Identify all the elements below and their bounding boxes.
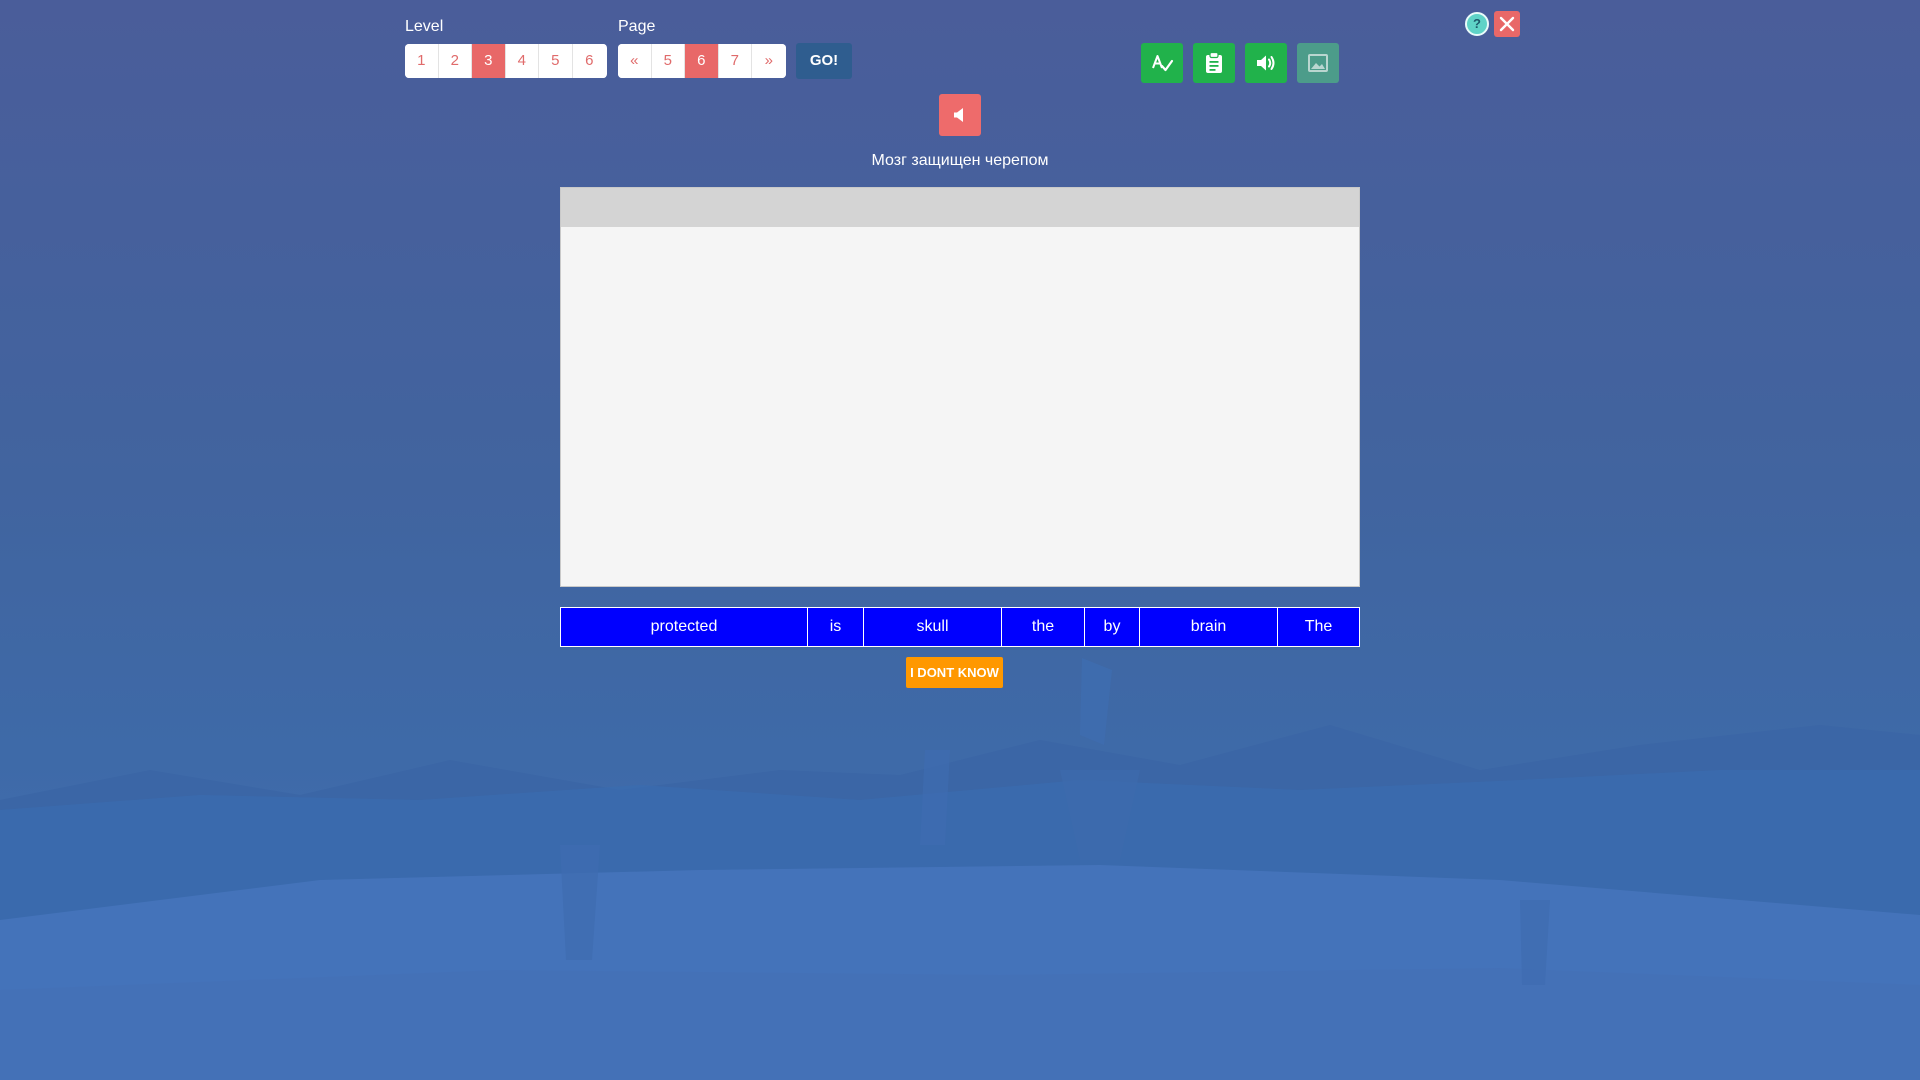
clipboard-button[interactable] [1193, 43, 1235, 83]
speaker-icon [1257, 55, 1275, 71]
word-bank: protected is skull the by brain The [560, 607, 1360, 647]
speaker-icon [954, 108, 963, 122]
level-option-selected[interactable]: 3 [472, 44, 506, 78]
level-option[interactable]: 4 [505, 44, 539, 78]
page-next-button[interactable]: » [752, 44, 786, 78]
help-button[interactable]: ? [1465, 12, 1489, 36]
word-tile[interactable]: brain [1140, 608, 1278, 646]
page-option-selected[interactable]: 6 [685, 44, 719, 78]
answer-drop-zone[interactable] [561, 188, 1359, 227]
play-audio-button[interactable] [939, 94, 981, 136]
word-tile[interactable]: protected [561, 608, 808, 646]
page-label: Page [618, 18, 656, 35]
word-tile[interactable]: The [1278, 608, 1359, 646]
level-option[interactable]: 6 [572, 44, 606, 78]
go-button[interactable]: GO! [796, 43, 852, 79]
page-option[interactable]: 5 [651, 44, 685, 78]
word-tile[interactable]: is [808, 608, 864, 646]
i-dont-know-button[interactable]: I DONT KNOW [906, 657, 1003, 688]
close-icon [1499, 16, 1515, 32]
page-prev-button[interactable]: « [618, 44, 652, 78]
word-tile[interactable]: by [1085, 608, 1140, 646]
prompt-text: Мозг защищен черепом [871, 152, 1049, 169]
page-pager: « 5 6 7 » [618, 44, 786, 78]
word-tile[interactable]: the [1002, 608, 1085, 646]
clipboard-icon [1206, 51, 1222, 73]
level-option[interactable]: 5 [539, 44, 573, 78]
page-option[interactable]: 7 [718, 44, 752, 78]
image-button[interactable] [1297, 43, 1339, 83]
level-option[interactable]: 2 [438, 44, 472, 78]
audio-button[interactable] [1245, 43, 1287, 83]
level-pager: 1 2 3 4 5 6 [405, 44, 607, 78]
spellcheck-icon [1152, 55, 1174, 72]
level-option[interactable]: 1 [405, 44, 439, 78]
close-button[interactable] [1494, 11, 1520, 37]
image-icon [1308, 54, 1328, 72]
spellcheck-button[interactable] [1141, 43, 1183, 83]
word-tile[interactable]: skull [864, 608, 1002, 646]
level-label: Level [405, 18, 444, 35]
answer-area[interactable] [560, 187, 1360, 587]
